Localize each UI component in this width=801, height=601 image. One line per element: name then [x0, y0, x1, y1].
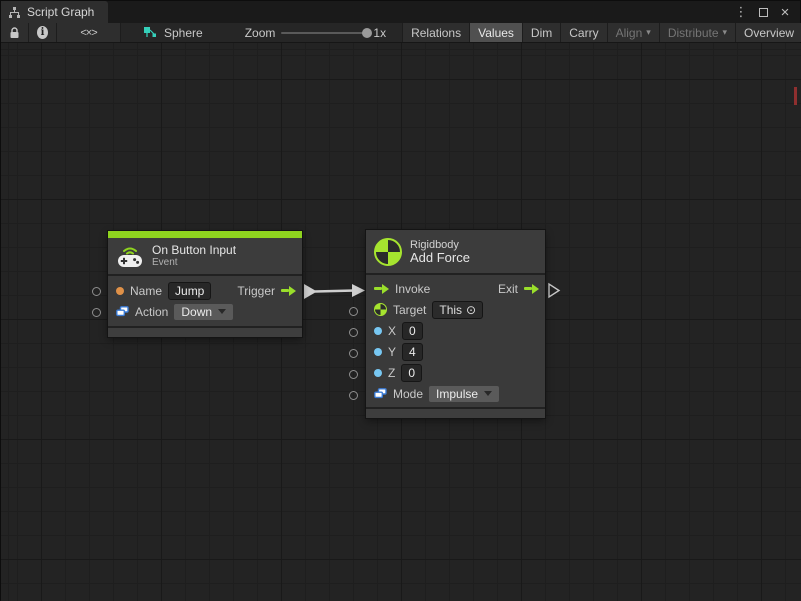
node-header[interactable]: Rigidbody Add Force [366, 230, 545, 273]
graph-name: Sphere [164, 26, 203, 40]
port-circle[interactable] [349, 370, 358, 379]
carry-button[interactable]: Carry [561, 23, 607, 42]
graph-asset-icon [143, 26, 157, 39]
node-footer [366, 409, 545, 418]
port-circle[interactable] [349, 391, 358, 400]
node-subtitle: Add Force [410, 251, 470, 265]
port-circle[interactable] [92, 287, 101, 296]
rigidbody-port-icon[interactable] [374, 303, 387, 316]
distribute-dropdown[interactable]: Distribute ▾ [660, 23, 736, 42]
node-add-force[interactable]: Rigidbody Add Force Invoke Exit Target [366, 230, 545, 418]
node-body: Invoke Exit Target This ⊙ X 0 [366, 275, 545, 407]
align-dropdown[interactable]: Align ▾ [608, 23, 660, 42]
rigidbody-icon [374, 238, 402, 266]
exit-port-triangle [549, 284, 559, 297]
invoke-label: Invoke [395, 282, 430, 296]
exit-label: Exit [498, 282, 518, 296]
graph-selector[interactable]: Sphere [135, 23, 211, 42]
maximize-icon[interactable] [754, 3, 772, 21]
tab-script-graph[interactable]: Script Graph [1, 1, 108, 23]
target-object-field[interactable]: This ⊙ [432, 301, 483, 319]
port-circle[interactable] [349, 307, 358, 316]
toolbar-right-group: Relations Values Dim Carry Align ▾ Distr… [402, 23, 801, 42]
float-port-icon[interactable] [374, 327, 382, 335]
z-input[interactable]: 0 [401, 364, 422, 382]
node-footer [108, 328, 302, 337]
exit-port-icon[interactable] [524, 284, 539, 294]
zoom-slider-knob[interactable] [362, 28, 372, 38]
x-label: X [388, 324, 396, 338]
toolbar-left-group: i <×> [1, 23, 121, 42]
mode-label: Mode [393, 387, 423, 401]
action-label: Action [135, 305, 168, 319]
action-row: Action Down [108, 301, 302, 322]
chevron-down-icon [484, 391, 492, 396]
port-circle[interactable] [349, 349, 358, 358]
name-label: Name [130, 284, 162, 298]
trigger-port-icon[interactable] [281, 286, 296, 296]
relations-button[interactable]: Relations [402, 23, 470, 42]
node-title: On Button Input [152, 243, 236, 257]
tab-bar: Script Graph ⋮ × [1, 1, 800, 23]
info-icon[interactable]: i [29, 23, 57, 42]
zoom-slider[interactable] [281, 32, 367, 34]
float-port-icon[interactable] [374, 348, 382, 356]
chevron-down-icon [218, 309, 226, 314]
chevron-down-icon: ▾ [723, 27, 728, 38]
z-label: Z [388, 366, 395, 380]
y-label: Y [388, 345, 396, 359]
node-header[interactable]: On Button Input Event [108, 238, 302, 274]
invoke-port-icon[interactable] [374, 284, 389, 294]
node-body: Name Jump Trigger Action Down [108, 276, 302, 326]
close-icon[interactable]: × [776, 3, 794, 21]
overview-button[interactable]: Overview [736, 23, 801, 42]
scroll-indicator [794, 87, 797, 105]
target-label: Target [393, 303, 426, 317]
event-accent-bar [108, 231, 302, 238]
zoom-label: Zoom [245, 26, 276, 40]
x-row: X 0 [366, 320, 545, 341]
lock-icon[interactable] [1, 23, 29, 42]
script-graph-window: Script Graph ⋮ × i <×> [0, 0, 801, 600]
string-port-icon[interactable] [116, 287, 124, 295]
float-port-icon[interactable] [374, 369, 382, 377]
zoom-control: Zoom 1x [237, 23, 394, 42]
gamepad-icon [116, 244, 144, 269]
graph-toolbar: i <×> Sphere Zoom 1x Relations [1, 23, 800, 43]
name-row: Name Jump Trigger [108, 280, 302, 301]
object-picker-icon[interactable]: ⊙ [466, 303, 476, 317]
z-row: Z 0 [366, 362, 545, 383]
zoom-value: 1x [373, 26, 386, 40]
action-dropdown[interactable]: Down [174, 304, 233, 320]
invoke-row: Invoke Exit [366, 278, 545, 299]
enum-port-icon[interactable] [116, 306, 129, 317]
enum-port-icon[interactable] [374, 388, 387, 399]
chevron-down-icon: ▾ [646, 27, 651, 38]
window-menu-icon[interactable]: ⋮ [732, 3, 750, 21]
window-controls: ⋮ × [732, 1, 800, 23]
tab-title: Script Graph [27, 5, 94, 19]
node-on-button-input[interactable]: On Button Input Event Name Jump Trigger [108, 231, 302, 337]
x-input[interactable]: 0 [402, 322, 423, 340]
port-circle[interactable] [349, 328, 358, 337]
y-row: Y 4 [366, 341, 545, 362]
trigger-label: Trigger [237, 284, 275, 298]
node-subtitle: Event [152, 257, 236, 269]
target-row: Target This ⊙ [366, 299, 545, 320]
graph-canvas[interactable]: On Button Input Event Name Jump Trigger [1, 43, 801, 601]
mode-dropdown[interactable]: Impulse [429, 386, 499, 402]
code-view-icon[interactable]: <×> [57, 23, 121, 42]
values-button[interactable]: Values [470, 23, 523, 42]
dim-button[interactable]: Dim [523, 23, 561, 42]
name-input[interactable]: Jump [168, 282, 211, 300]
graph-icon [8, 6, 21, 19]
port-circle[interactable] [92, 308, 101, 317]
y-input[interactable]: 4 [402, 343, 423, 361]
mode-row: Mode Impulse [366, 383, 545, 404]
